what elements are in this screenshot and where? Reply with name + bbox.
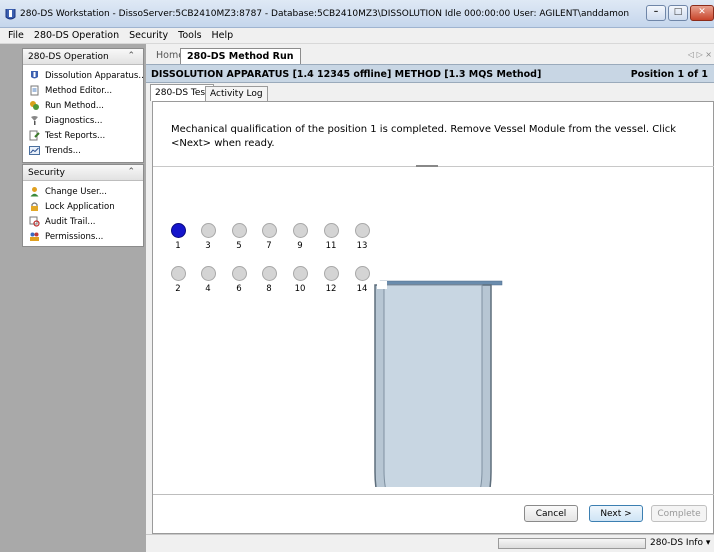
maximize-icon: □ <box>673 7 683 17</box>
sidebar-item-label: Dissolution Apparatus... <box>45 70 143 81</box>
cancel-button[interactable]: Cancel <box>524 505 578 522</box>
position-5[interactable]: 5 <box>231 223 247 251</box>
menu-tools[interactable]: Tools <box>173 30 206 41</box>
main-area: Home 280-DS Method Run ◁ ▷ × DISSOLUTION… <box>146 44 714 552</box>
position-6[interactable]: 6 <box>231 266 247 294</box>
sidebar-item-label: Audit Trail... <box>45 216 96 227</box>
audit-icon <box>29 216 40 227</box>
apparatus-method-label: DISSOLUTION APPARATUS [1.4 12345 offline… <box>151 69 542 80</box>
window-title: 280-DS Workstation - DissoServer:5CB2410… <box>20 9 630 19</box>
sidebar-item-audit-trail[interactable]: Audit Trail... <box>23 214 143 229</box>
sidebar-item-label: Lock Application <box>45 201 115 212</box>
sidebar-item-run-method[interactable]: Run Method... <box>23 98 143 113</box>
position-8[interactable]: 8 <box>261 266 277 294</box>
sidebar-item-dissolution-apparatus[interactable]: Dissolution Apparatus... <box>23 68 143 83</box>
complete-button[interactable]: Complete <box>651 505 707 522</box>
tab-activity-log[interactable]: Activity Log <box>205 86 268 101</box>
sidebar-item-change-user[interactable]: Change User... <box>23 184 143 199</box>
report-icon <box>29 130 40 141</box>
sidebar: 280-DS Operation ⌃ Dissolution Apparatus… <box>0 44 146 552</box>
status-bar: 280-DS Info ▾ <box>146 534 714 552</box>
instruction-text: Mechanical qualification of the position… <box>171 124 677 149</box>
vessel-illustration <box>374 280 503 487</box>
menu-bar: File 280-DS Operation Security Tools Hel… <box>0 28 714 44</box>
sidebar-item-label: Diagnostics... <box>45 115 103 126</box>
collapse-icon[interactable]: ⌃ <box>127 51 135 61</box>
vessel-inner <box>383 284 483 487</box>
tab-scroll-icon[interactable]: ◁ ▷ × <box>688 50 712 59</box>
position-indicator-active <box>170 223 186 238</box>
position-4[interactable]: 4 <box>200 266 216 294</box>
position-3[interactable]: 3 <box>200 223 216 251</box>
position-indicator: Position 1 of 1 <box>630 69 708 80</box>
close-icon: ✕ <box>698 7 706 17</box>
info-dropdown[interactable]: 280-DS Info ▾ <box>650 538 710 548</box>
run-icon <box>30 101 39 110</box>
sidebar-item-test-reports[interactable]: Test Reports... <box>23 128 143 143</box>
document-icon <box>30 85 39 96</box>
sidebar-item-label: Run Method... <box>45 100 104 111</box>
sidebar-item-permissions[interactable]: Permissions... <box>23 229 143 244</box>
position-1[interactable]: 1 <box>170 223 186 251</box>
button-divider <box>153 494 714 495</box>
document-tabs: Home 280-DS Method Run ◁ ▷ × <box>146 46 714 64</box>
security-panel-header[interactable]: Security ⌃ <box>23 165 143 181</box>
operation-panel-header[interactable]: 280-DS Operation ⌃ <box>23 49 143 65</box>
sidebar-item-diagnostics[interactable]: Diagnostics... <box>23 113 143 128</box>
sidebar-item-trends[interactable]: Trends... <box>23 143 143 158</box>
sidebar-item-label: Permissions... <box>45 231 104 242</box>
sidebar-item-label: Trends... <box>45 145 81 156</box>
trend-icon <box>29 146 40 155</box>
menu-280ds-operation[interactable]: 280-DS Operation <box>29 30 124 41</box>
sidebar-item-label: Change User... <box>45 186 107 197</box>
sidebar-item-label: Test Reports... <box>45 130 106 141</box>
apparatus-icon <box>31 71 38 79</box>
security-panel-title: Security <box>28 168 65 178</box>
diagnostics-icon <box>31 116 38 125</box>
collapse-icon[interactable]: ⌃ <box>127 167 135 177</box>
lock-icon <box>31 202 38 211</box>
operation-panel-title: 280-DS Operation <box>28 52 109 62</box>
position-10[interactable]: 10 <box>292 266 308 294</box>
operation-panel: 280-DS Operation ⌃ Dissolution Apparatus… <box>22 48 144 163</box>
title-bar: 280-DS Workstation - DissoServer:5CB2410… <box>0 0 714 28</box>
permissions-icon <box>30 232 39 241</box>
test-panel: Mechanical qualification of the position… <box>152 101 714 534</box>
app-icon <box>5 9 16 20</box>
user-icon <box>30 187 39 197</box>
position-14[interactable]: 14 <box>354 266 370 294</box>
next-button[interactable]: Next > <box>589 505 643 522</box>
position-7[interactable]: 7 <box>261 223 277 251</box>
vessel-notch <box>377 281 387 289</box>
position-9[interactable]: 9 <box>292 223 308 251</box>
position-2[interactable]: 2 <box>170 266 186 294</box>
position-13[interactable]: 13 <box>354 223 370 251</box>
menu-file[interactable]: File <box>3 30 29 41</box>
position-12[interactable]: 12 <box>323 266 339 294</box>
minimize-icon: – <box>653 7 659 17</box>
maximize-button[interactable]: □ <box>668 5 688 21</box>
minimize-button[interactable]: – <box>646 5 666 21</box>
sidebar-item-label: Method Editor... <box>45 85 113 96</box>
sidebar-item-method-editor[interactable]: Method Editor... <box>23 83 143 98</box>
status-progress-bar <box>498 538 646 549</box>
security-panel: Security ⌃ Change User... Lock Applicati… <box>22 164 144 247</box>
tab-method-run[interactable]: 280-DS Method Run <box>180 48 301 64</box>
sidebar-item-lock-application[interactable]: Lock Application <box>23 199 143 214</box>
menu-help[interactable]: Help <box>207 30 239 41</box>
menu-security[interactable]: Security <box>124 30 173 41</box>
close-button[interactable]: ✕ <box>690 5 714 21</box>
run-header: DISSOLUTION APPARATUS [1.4 12345 offline… <box>146 64 714 83</box>
position-11[interactable]: 11 <box>323 223 339 251</box>
